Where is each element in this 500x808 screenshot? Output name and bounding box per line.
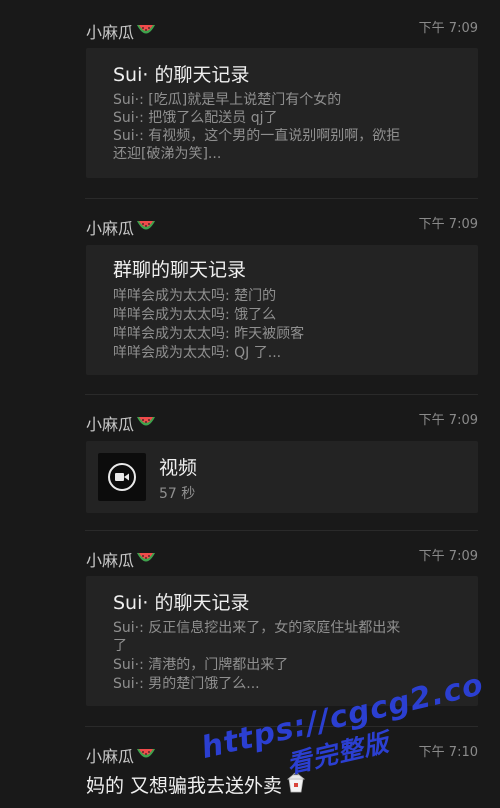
sender-name[interactable]: 小麻瓜 [86, 414, 156, 435]
sender-name[interactable]: 小麻瓜 [86, 550, 156, 571]
card-title: 群聊的聊天记录 [113, 259, 247, 281]
video-thumbnail[interactable] [98, 453, 146, 501]
chat-message: 小麻瓜 下午 7:09 群聊的聊天记录 咩咩会成为太太吗: 楚门的 咩咩会成为太… [0, 200, 500, 396]
card-title: Sui· 的聊天记录 [113, 592, 250, 614]
watermelon-icon [136, 746, 156, 767]
card-title: Sui· 的聊天记录 [113, 64, 250, 86]
card-preview-line: 咩咩会成为太太吗: 饿了么 [113, 307, 277, 323]
sender-name[interactable]: 小麻瓜 [86, 218, 156, 239]
chat-history-card[interactable]: Sui· 的聊天记录 Sui·: [吃瓜]就是早上说楚门有个女的 Sui·: 把… [86, 48, 478, 178]
video-card[interactable]: 视频 57 秒 [86, 441, 478, 513]
card-preview-line: Sui·: 把饿了么配送员 qj了 [113, 110, 278, 126]
chat-history-card[interactable]: 群聊的聊天记录 咩咩会成为太太吗: 楚门的 咩咩会成为太太吗: 饿了么 咩咩会成… [86, 245, 478, 375]
message-timestamp: 下午 7:09 [418, 549, 478, 564]
card-preview-line: Sui·: 反正信息挖出来了，女的家庭住址都出来 [113, 620, 401, 636]
watermelon-icon [136, 22, 156, 43]
card-preview-line: Sui·: 有视频，这个男的一直说别啊别啊，欲拒 [113, 128, 401, 144]
card-preview-line: 咩咩会成为太太吗: QJ 了... [113, 345, 282, 361]
chat-message: 小麻瓜 下午 7:09 视频 57 秒 [0, 396, 500, 532]
watermelon-icon [136, 218, 156, 239]
message-timestamp: 下午 7:09 [418, 21, 478, 36]
message-timestamp: 下午 7:09 [418, 413, 478, 428]
message-text[interactable]: 妈的 又想骗我去送外卖 [86, 772, 307, 800]
video-duration: 57 秒 [159, 486, 196, 502]
card-preview-line: 咩咩会成为太太吗: 昨天被顾客 [113, 326, 305, 342]
divider [85, 198, 478, 199]
sender-name[interactable]: 小麻瓜 [86, 22, 156, 43]
card-preview-line: Sui·: 清港的，门牌都出来了 [113, 657, 289, 673]
video-camera-icon [108, 463, 136, 491]
divider [85, 394, 478, 395]
watermelon-icon [136, 550, 156, 571]
message-timestamp: 下午 7:09 [418, 217, 478, 232]
chat-message: 小麻瓜 下午 7:09 Sui· 的聊天记录 Sui·: [吃瓜]就是早上说楚门… [0, 0, 500, 200]
watermelon-icon [136, 414, 156, 435]
sender-name[interactable]: 小麻瓜 [86, 746, 156, 767]
card-preview-line: Sui·: [吃瓜]就是早上说楚门有个女的 [113, 92, 342, 108]
message-timestamp: 下午 7:10 [418, 745, 478, 760]
divider [85, 530, 478, 531]
chat-feed: 小麻瓜 下午 7:09 Sui· 的聊天记录 Sui·: [吃瓜]就是早上说楚门… [0, 0, 500, 808]
card-preview-line: 了 [113, 638, 127, 654]
video-title: 视频 [159, 457, 198, 479]
card-preview-line: 还迎[破涕为笑]... [113, 146, 222, 162]
card-preview-line: 咩咩会成为太太吗: 楚门的 [113, 288, 277, 304]
